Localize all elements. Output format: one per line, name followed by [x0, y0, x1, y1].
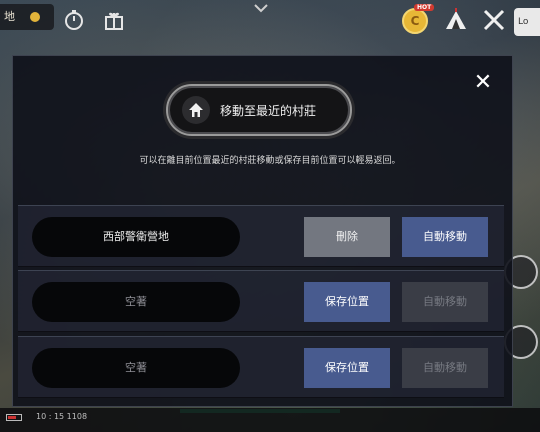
hot-badge: HOT	[414, 4, 435, 11]
gift-icon[interactable]	[100, 6, 128, 34]
village-icon	[182, 96, 210, 124]
slot-name: 西部警衛營地	[32, 217, 240, 257]
device-status-bar: 10 : 15 1108	[0, 408, 540, 432]
move-village-label: 移動至最近的村莊	[220, 103, 317, 118]
save-location-button[interactable]: 保存位置	[304, 348, 390, 388]
location-label: 地	[4, 10, 15, 23]
slot-name: 空著	[32, 282, 240, 322]
save-location-button[interactable]: 保存位置	[304, 282, 390, 322]
saved-location-slot: 空著 保存位置 自動移動	[18, 336, 504, 398]
right-edge-panel[interactable]: Lo	[514, 8, 540, 36]
move-to-nearest-village-button[interactable]: 移動至最近的村莊	[166, 84, 352, 136]
top-hud: 地 C HOT Lo	[0, 0, 540, 44]
close-icon: ✕	[473, 70, 493, 95]
coin-icon[interactable]: C	[402, 8, 428, 34]
saved-location-slot: 西部警衛營地 刪除 自動移動	[18, 205, 504, 267]
auto-move-button[interactable]: 自動移動	[402, 348, 488, 388]
coin-symbol: C	[410, 14, 420, 28]
close-button[interactable]: ✕	[470, 70, 496, 96]
tent-icon[interactable]	[442, 6, 470, 34]
battery-icon	[6, 414, 22, 421]
location-panel[interactable]: 地	[0, 4, 54, 30]
slot-name: 空著	[32, 348, 240, 388]
auto-move-button[interactable]: 自動移動	[402, 282, 488, 322]
delete-button[interactable]: 刪除	[304, 217, 390, 257]
chevron-down-icon[interactable]	[253, 2, 269, 16]
crossed-swords-icon[interactable]	[480, 6, 508, 34]
hint-text: 可以在離目前位置最近的村莊移動或保存目前位置可以輕易返回。	[139, 156, 401, 166]
stopwatch-icon[interactable]	[60, 6, 88, 34]
gold-dot-icon	[30, 12, 40, 22]
saved-location-slot: 空著 保存位置 自動移動	[18, 270, 504, 332]
right-panel-label: Lo	[518, 17, 529, 27]
status-time: 10 : 15 1108	[36, 412, 88, 421]
auto-move-button[interactable]: 自動移動	[402, 217, 488, 257]
